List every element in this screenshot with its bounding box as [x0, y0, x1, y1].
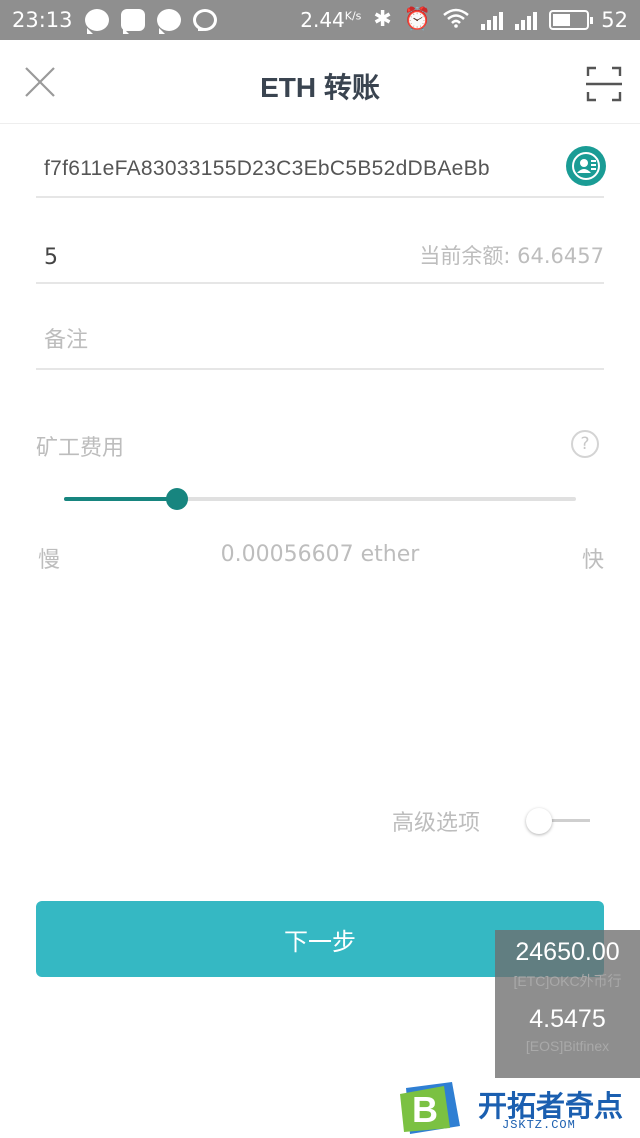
- memo-divider: [36, 368, 604, 370]
- advanced-options-toggle[interactable]: [526, 806, 590, 836]
- contacts-button[interactable]: [566, 146, 606, 186]
- status-bar: 23:13 2.44K/s ✱ ⏰ 52: [0, 0, 640, 40]
- help-icon[interactable]: ?: [571, 430, 599, 458]
- status-indicators: 2.44K/s ✱ ⏰ 52: [300, 8, 628, 33]
- fee-value: 0.00056607 ether: [220, 542, 420, 567]
- amount-input[interactable]: 5: [44, 245, 58, 270]
- watermark-logo: B: [400, 1082, 460, 1134]
- fast-label: 快: [581, 548, 604, 573]
- current-balance: 当前余额: 64.6457: [419, 244, 604, 268]
- miner-fee-label: 矿工费用: [36, 436, 125, 461]
- scan-button[interactable]: [584, 64, 624, 104]
- toggle-knob: [526, 808, 552, 834]
- wifi-icon: [443, 8, 470, 33]
- network-speed: 2.44K/s: [300, 8, 361, 32]
- memo-input[interactable]: [36, 318, 596, 362]
- message-notification-icon: [120, 9, 145, 34]
- ticker-source: [EOS]Bitfinex: [525, 1038, 610, 1054]
- ticker-price: 4.5475: [529, 1005, 606, 1033]
- ticker-price: 24650.00: [515, 938, 620, 966]
- chat-notification-icon-2: [156, 9, 181, 34]
- watermark-logo-letter: B: [412, 1089, 438, 1130]
- signal-icon: [515, 10, 538, 30]
- recipient-address[interactable]: f7f611eFA83033155D23C3EbC5B52dDBAeBb: [44, 157, 490, 181]
- contact-book-icon: [572, 152, 600, 180]
- bluetooth-icon: ✱: [373, 7, 392, 32]
- chat-notification-icon: [84, 9, 109, 34]
- advanced-options-label: 高级选项: [392, 811, 481, 836]
- page-title: ETH 转账: [260, 72, 380, 103]
- search-notification-icon: [192, 9, 217, 31]
- signal-4g-icon: [481, 10, 504, 30]
- address-divider: [36, 196, 604, 198]
- fee-slider[interactable]: [64, 488, 576, 510]
- speed-value: 2.44: [300, 8, 345, 32]
- battery-percent: 52: [601, 8, 628, 32]
- battery-level: [553, 14, 570, 26]
- watermark-url: JSKTZ.COM: [502, 1118, 576, 1132]
- amount-divider: [36, 282, 604, 284]
- ticker-source: [ETC]OKC外币行: [513, 973, 622, 989]
- header: ETH 转账: [0, 40, 640, 124]
- speed-unit: K/s: [344, 9, 362, 23]
- fee-slider-thumb[interactable]: [165, 488, 188, 510]
- status-time: 23:13: [12, 8, 73, 32]
- alarm-icon: ⏰: [403, 7, 432, 32]
- scan-icon: [586, 66, 622, 102]
- fee-slider-fill: [64, 497, 177, 501]
- price-ticker-widget[interactable]: 24650.00 [ETC]OKC外币行 4.5475 [EOS]Bitfine…: [495, 930, 640, 1078]
- battery-icon: [549, 10, 594, 30]
